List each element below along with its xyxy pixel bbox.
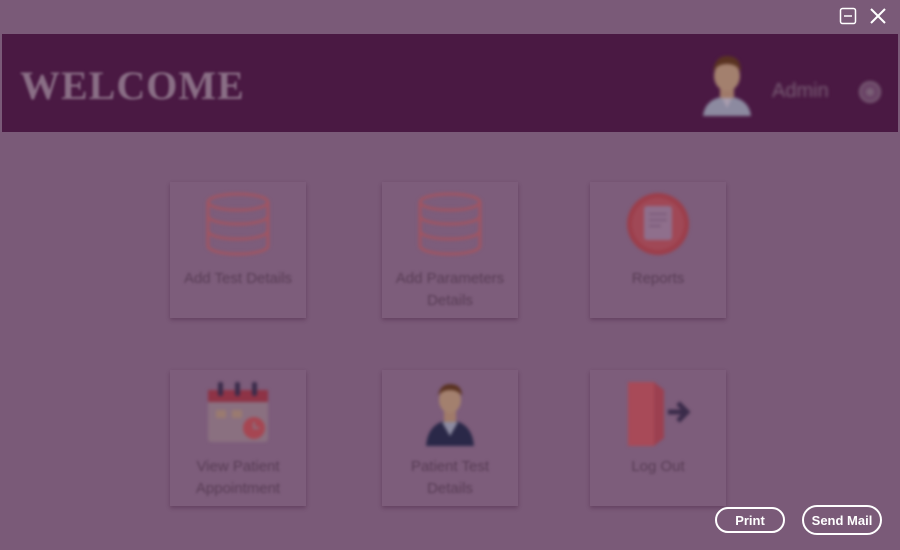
admin-username: Admin xyxy=(772,80,829,102)
tile-add-test-details[interactable]: Add Test Details xyxy=(170,182,306,318)
calendar-icon xyxy=(204,378,272,446)
tile-add-parameters-details[interactable]: Add Parameters Details xyxy=(382,182,518,318)
admin-avatar xyxy=(697,48,757,116)
tile-label: Log Out xyxy=(631,458,685,475)
tile-label: Add Test Details xyxy=(183,270,293,287)
gear-icon[interactable] xyxy=(858,80,882,104)
close-icon[interactable] xyxy=(868,6,888,26)
minimize-icon[interactable] xyxy=(838,6,858,26)
database-icon xyxy=(416,190,484,258)
send-mail-button[interactable]: Send Mail xyxy=(802,505,882,535)
reports-icon xyxy=(624,190,692,258)
tile-label: Patient Test Details xyxy=(410,458,490,497)
print-button[interactable]: Print xyxy=(715,507,785,533)
tile-label: View Patient Appointment xyxy=(195,458,281,497)
tile-label: Add Parameters Details xyxy=(395,270,505,309)
logout-door-icon xyxy=(624,378,692,446)
page-title: WELCOME xyxy=(20,63,245,108)
tile-log-out[interactable]: Log Out xyxy=(590,370,726,506)
database-icon xyxy=(204,190,272,258)
tile-label: Reports xyxy=(631,270,685,287)
tile-reports[interactable]: Reports xyxy=(590,182,726,318)
window-controls xyxy=(838,6,888,26)
tile-patient-test-details[interactable]: Patient Test Details xyxy=(382,370,518,506)
patient-icon xyxy=(416,378,484,446)
tile-view-patient-appointment[interactable]: View Patient Appointment xyxy=(170,370,306,506)
